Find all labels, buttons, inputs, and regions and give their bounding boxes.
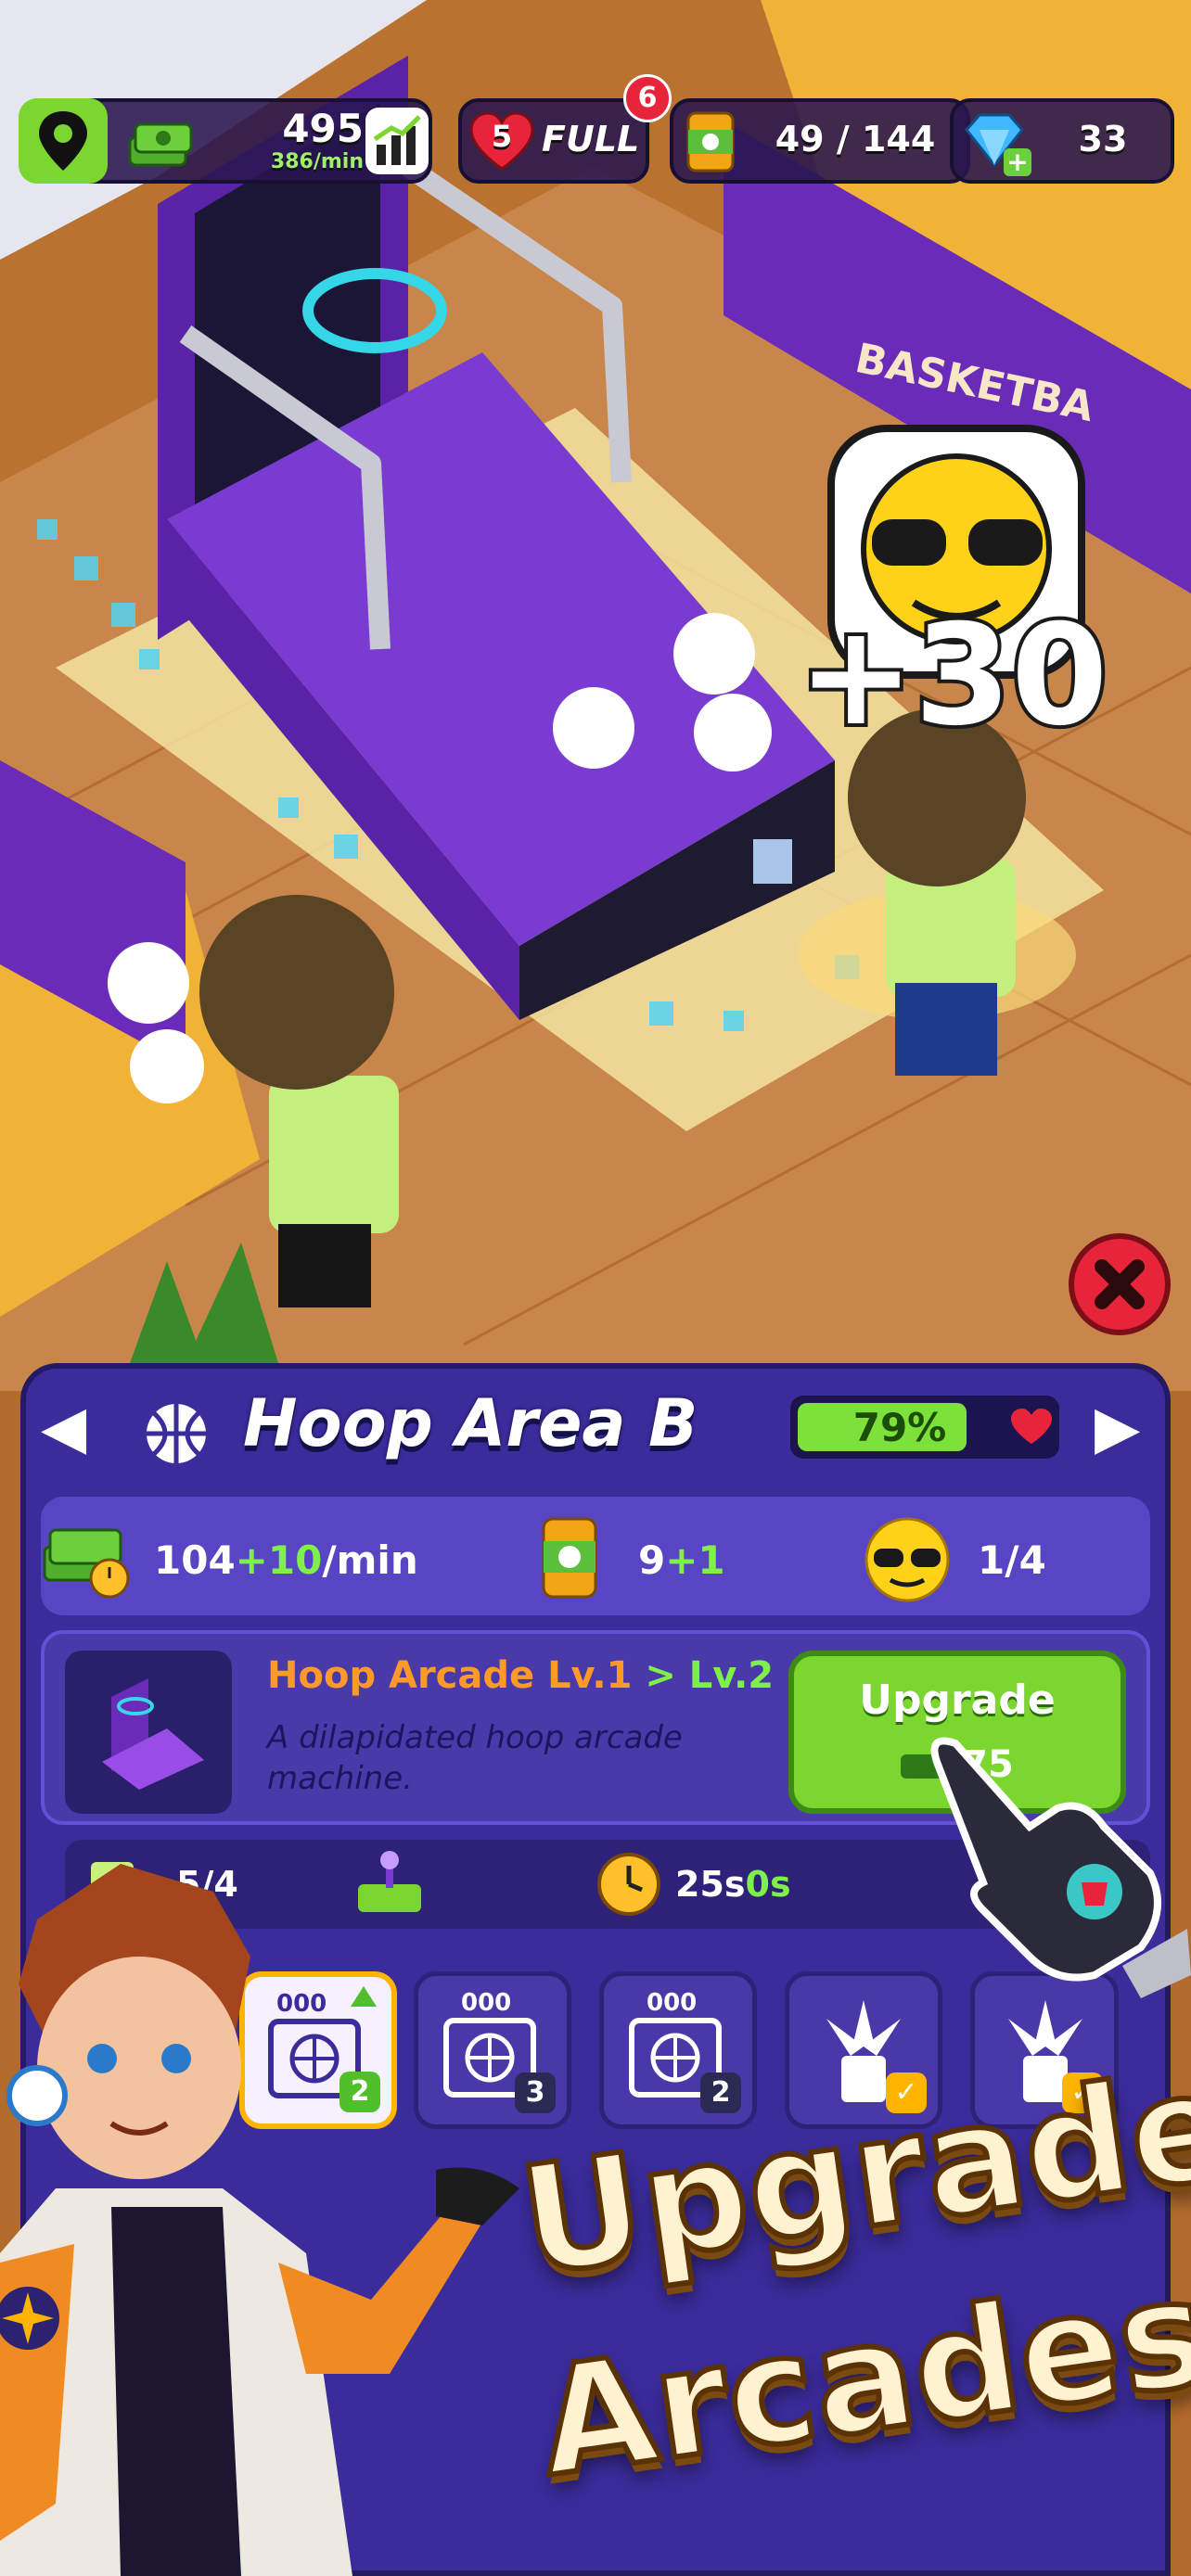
prev-area-button[interactable]: ◀ (41, 1398, 86, 1458)
build-time-b: 0s (745, 1864, 791, 1905)
income-unit: /min (322, 1537, 418, 1583)
machine-next-level: > Lv.2 (632, 1654, 775, 1697)
slot-counter: 000 (647, 1989, 698, 2017)
supplies-value: 49 / 144 (775, 119, 936, 159)
machine-level-label: Hoop Arcade Lv.1 > Lv.2 (267, 1654, 774, 1697)
machine-name: Hoop Arcade Lv.1 (267, 1654, 633, 1697)
basketball-icon (147, 1404, 206, 1463)
supply-can-icon (542, 1517, 597, 1599)
happiness-percent: 79% (852, 1405, 947, 1450)
machine-thumbnail (65, 1651, 232, 1814)
supply-can-icon (686, 111, 735, 172)
mascot-character (0, 1864, 519, 2576)
area-title: Hoop Area B (243, 1385, 698, 1461)
hoop-arcade-icon (102, 1678, 204, 1790)
upgrade-label: Upgrade (859, 1677, 1056, 1724)
close-button[interactable] (1069, 1233, 1171, 1335)
slot-level-badge: 3 (515, 2072, 556, 2113)
income-stat: 104+10/min (154, 1537, 418, 1583)
lives-count: 5 (491, 119, 513, 154)
stats-button[interactable] (365, 108, 429, 174)
cash-panel: 495 386/min (19, 98, 432, 184)
supply-bonus: +1 (665, 1537, 725, 1583)
next-area-button[interactable]: ▶ (1095, 1398, 1140, 1458)
income-base: 104 (154, 1537, 236, 1583)
tutorial-pointer-hand-icon (930, 1737, 1191, 1998)
cool-face-icon (864, 1517, 950, 1602)
build-time-a: 25s (675, 1864, 746, 1905)
lives-status: FULL (542, 119, 640, 159)
lives-panel[interactable]: 5 FULL 6 (458, 74, 672, 184)
notification-count: 6 (637, 82, 658, 114)
gems-value: 33 (1078, 119, 1128, 159)
income-bonus: +10 (235, 1537, 323, 1583)
supply-base: 9 (638, 1537, 666, 1583)
supplies-panel[interactable]: 49 / 144 (670, 98, 970, 184)
popup-bonus-text: +30 (798, 595, 1108, 757)
cash-value: 495 (282, 106, 364, 151)
cash-rate: 386/min (270, 150, 364, 173)
cash-stack-icon (128, 122, 193, 167)
supply-stat: 9+1 (638, 1537, 725, 1583)
cash-clock-icon (43, 1528, 130, 1599)
visitors-stat: 1/4 (978, 1537, 1046, 1583)
add-gems-button[interactable]: + (1004, 148, 1031, 176)
gems-panel[interactable]: + 33 (950, 98, 1174, 184)
happiness-bar: 79% (790, 1396, 1059, 1459)
machine-description: A dilapidated hoop arcade machine. (267, 1719, 683, 1797)
heart-icon (1011, 1409, 1052, 1444)
close-icon (1095, 1259, 1145, 1309)
notification-badge: 6 (623, 74, 672, 122)
map-pin-icon (39, 111, 87, 171)
build-time: 25s0s (675, 1864, 791, 1905)
bar-chart-icon (373, 115, 421, 165)
clock-icon (597, 1853, 660, 1916)
map-pin-button[interactable] (19, 98, 108, 184)
